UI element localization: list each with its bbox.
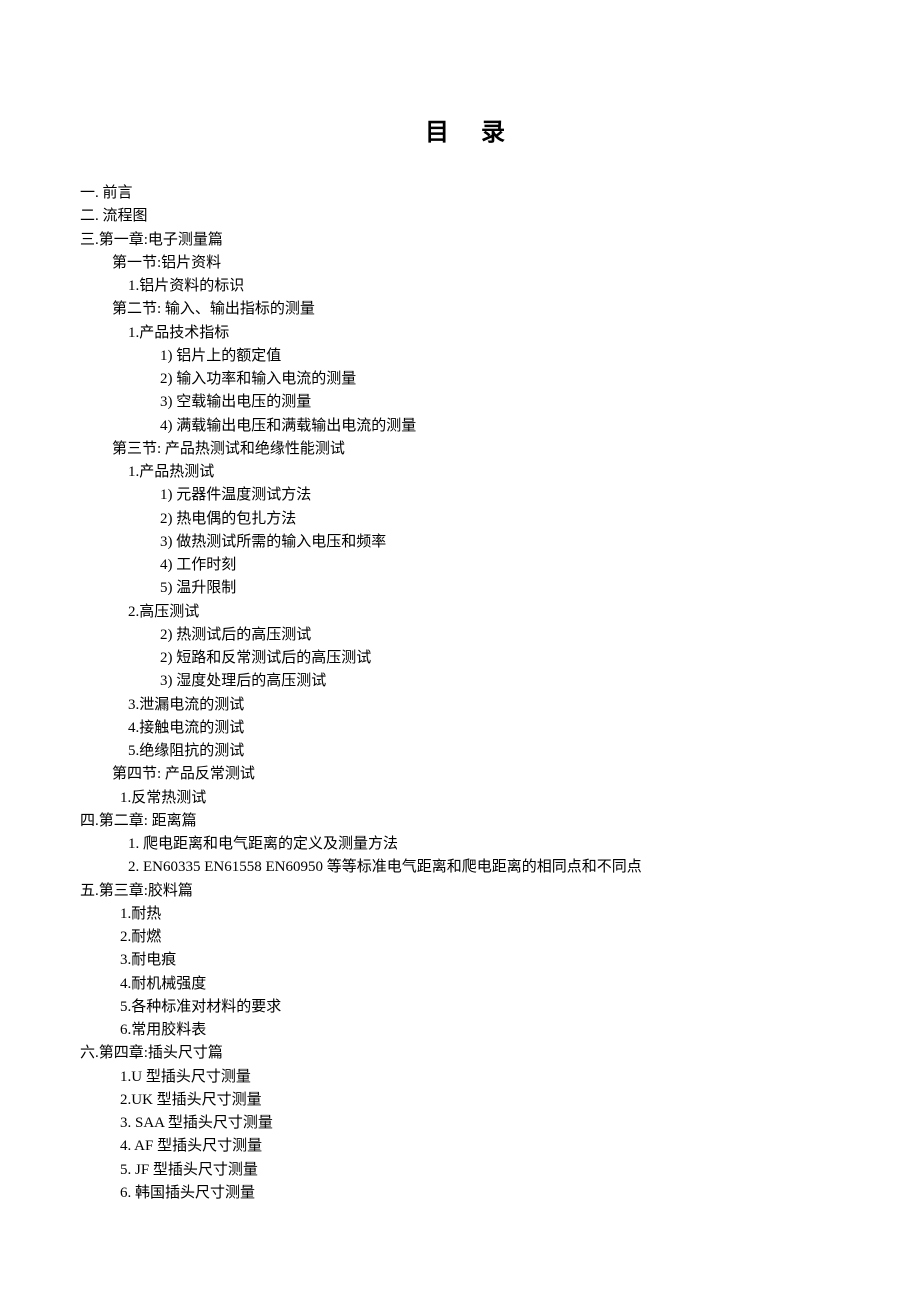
toc-item: 4. AF 型插头尺寸测量 xyxy=(80,1135,850,1158)
toc-item: 4) 工作时刻 xyxy=(80,554,850,577)
toc-item: 1.铝片资料的标识 xyxy=(80,275,850,298)
toc-item: 1) 铝片上的额定值 xyxy=(80,345,850,368)
toc-item: 2) 热测试后的高压测试 xyxy=(80,624,850,647)
toc-item: 1.产品热测试 xyxy=(80,461,850,484)
toc-item: 2) 热电偶的包扎方法 xyxy=(80,508,850,531)
toc-item: 1.耐热 xyxy=(80,903,850,926)
toc-item: 1. 爬电距离和电气距离的定义及测量方法 xyxy=(80,833,850,856)
toc-item: 4.耐机械强度 xyxy=(80,973,850,996)
toc-item: 二. 流程图 xyxy=(80,205,850,228)
toc-item: 1.产品技术指标 xyxy=(80,322,850,345)
toc-item: 六.第四章:插头尺寸篇 xyxy=(80,1042,850,1065)
toc-item: 三.第一章:电子测量篇 xyxy=(80,229,850,252)
toc-item: 4.接触电流的测试 xyxy=(80,717,850,740)
toc-item: 3.耐电痕 xyxy=(80,949,850,972)
toc-item: 1) 元器件温度测试方法 xyxy=(80,484,850,507)
toc-item: 3. SAA 型插头尺寸测量 xyxy=(80,1112,850,1135)
toc-item: 第二节: 输入、输出指标的测量 xyxy=(80,298,850,321)
page-title: 目录 xyxy=(80,115,850,152)
toc-item: 2.高压测试 xyxy=(80,601,850,624)
toc-item: 5. JF 型插头尺寸测量 xyxy=(80,1159,850,1182)
toc-item: 2) 短路和反常测试后的高压测试 xyxy=(80,647,850,670)
toc-item: 5.各种标准对材料的要求 xyxy=(80,996,850,1019)
toc-item: 第四节: 产品反常测试 xyxy=(80,763,850,786)
toc-item: 第三节: 产品热测试和绝缘性能测试 xyxy=(80,438,850,461)
toc-item: 6.常用胶料表 xyxy=(80,1019,850,1042)
toc-item: 2. EN60335 EN61558 EN60950 等等标准电气距离和爬电距离… xyxy=(80,856,850,879)
toc-item: 1.反常热测试 xyxy=(80,787,850,810)
toc-item: 四.第二章: 距离篇 xyxy=(80,810,850,833)
toc-item: 4) 满载输出电压和满载输出电流的测量 xyxy=(80,415,850,438)
toc-item: 3.泄漏电流的测试 xyxy=(80,694,850,717)
toc-item: 2) 输入功率和输入电流的测量 xyxy=(80,368,850,391)
toc-item: 五.第三章:胶料篇 xyxy=(80,880,850,903)
toc-item: 一. 前言 xyxy=(80,182,850,205)
toc-item: 3) 做热测试所需的输入电压和频率 xyxy=(80,531,850,554)
toc-item: 3) 湿度处理后的高压测试 xyxy=(80,670,850,693)
toc-item: 第一节:铝片资料 xyxy=(80,252,850,275)
toc-item: 5.绝缘阻抗的测试 xyxy=(80,740,850,763)
toc-item: 2.UK 型插头尺寸测量 xyxy=(80,1089,850,1112)
toc-item: 2.耐燃 xyxy=(80,926,850,949)
toc-item: 6. 韩国插头尺寸测量 xyxy=(80,1182,850,1205)
toc-item: 1.U 型插头尺寸测量 xyxy=(80,1066,850,1089)
table-of-contents: 一. 前言二. 流程图三.第一章:电子测量篇第一节:铝片资料1.铝片资料的标识第… xyxy=(80,182,850,1205)
toc-item: 5) 温升限制 xyxy=(80,577,850,600)
toc-item: 3) 空载输出电压的测量 xyxy=(80,391,850,414)
